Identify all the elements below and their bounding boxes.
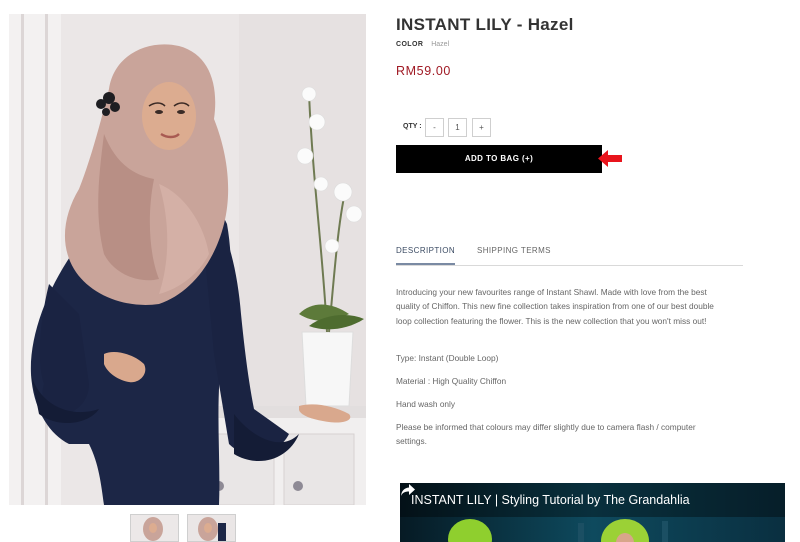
thumbnail-strip	[130, 514, 240, 542]
description-care: Hand wash only	[396, 399, 456, 409]
description-material: Material : High Quality Chiffon	[396, 376, 507, 386]
share-arrow-icon[interactable]	[400, 483, 416, 497]
thumbnail-2-image	[188, 515, 235, 541]
thumbnail-2[interactable]	[187, 514, 236, 542]
color-value: Hazel	[431, 41, 450, 48]
description-type: Type: Instant (Double Loop)	[396, 353, 499, 363]
qty-value-field[interactable]: 1	[448, 118, 467, 137]
red-arrow-annotation-icon	[598, 150, 622, 167]
product-main-image[interactable]	[9, 14, 366, 505]
description-note: Please be informed that colours may diff…	[396, 422, 696, 447]
video-title: INSTANT LILY | Styling Tutorial by The G…	[411, 493, 690, 507]
thumbnail-1-image	[131, 515, 178, 541]
qty-decrease-button[interactable]: -	[425, 118, 444, 137]
qty-label: QTY :	[403, 123, 422, 130]
thumbnail-1[interactable]	[130, 514, 179, 542]
color-row: COLOR Hazel	[396, 41, 449, 48]
video-thumbnail	[400, 483, 785, 542]
color-label: COLOR	[396, 41, 424, 48]
model-photo-illustration	[9, 14, 366, 505]
product-tabs: DESCRIPTION SHIPPING TERMS	[396, 241, 743, 266]
qty-increase-button[interactable]: +	[472, 118, 491, 137]
description-intro: Introducing your new favourites range of…	[396, 287, 714, 326]
tab-description[interactable]: DESCRIPTION	[396, 246, 456, 265]
video-embed[interactable]: INSTANT LILY | Styling Tutorial by The G…	[400, 483, 785, 542]
tab-shipping-terms[interactable]: SHIPPING TERMS	[477, 246, 551, 263]
product-title: INSTANT LILY - Hazel	[396, 15, 574, 34]
add-to-bag-button[interactable]: ADD TO BAG (+)	[396, 145, 602, 173]
product-price: RM59.00	[396, 64, 451, 78]
